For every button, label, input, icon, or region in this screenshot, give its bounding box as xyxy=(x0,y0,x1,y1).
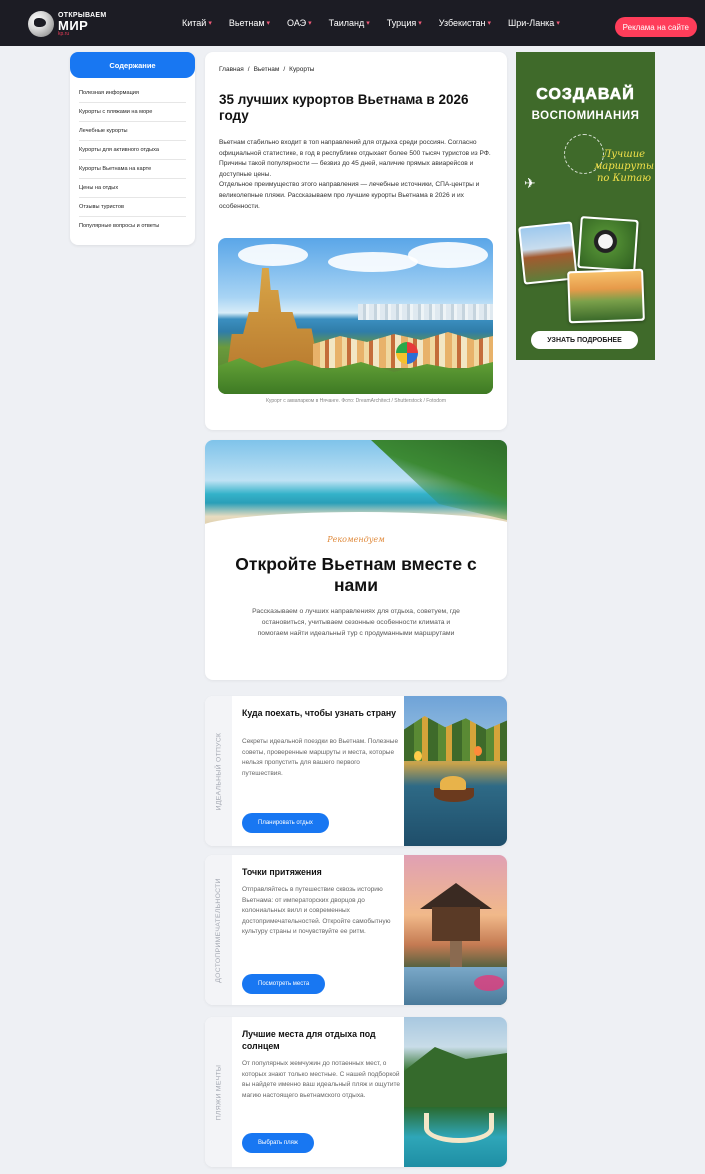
main-nav: Китай ▾ Вьетнам ▾ ОАЭ ▾ Таиланд ▾ Турция ▾ Уз… xyxy=(182,0,577,46)
intro-paragraph: Отдельное преимущество этого направления… xyxy=(219,181,480,210)
article-intro: Вьетнам стабильно входит в топ направлен… xyxy=(219,138,499,212)
banner-title: СОЗДАВАЙ xyxy=(536,86,635,104)
banner-subtitle: ВОСПОМИНАНИЯ xyxy=(531,110,640,122)
banner-learn-more-button[interactable]: УЗНАТЬ ПОДРОБНЕЕ xyxy=(531,331,638,349)
card-title: Лучшие места для отдыха под солнцем xyxy=(242,1029,376,1051)
toc-title: Содержание xyxy=(70,52,195,78)
hero-image xyxy=(218,238,493,394)
toc-item[interactable]: Полезная информация xyxy=(79,84,186,103)
card-text: Отправляйтесь в путешествие сквозь истор… xyxy=(242,886,391,936)
toc-item[interactable]: Курорты с пляжами на море xyxy=(79,103,186,122)
card-text: От популярных жемчужин до потаенных мест… xyxy=(242,1060,400,1099)
view-places-button[interactable]: Посмотреть места xyxy=(242,974,326,994)
card-image-beach xyxy=(404,1017,507,1167)
choose-beach-button[interactable]: Выбрать пляж xyxy=(242,1133,314,1153)
airplane-icon: ✈ xyxy=(524,175,536,191)
card-image-boats xyxy=(404,696,507,846)
toc-item[interactable]: Отзывы туристов xyxy=(79,198,186,217)
site-logo[interactable]: ОТКРЫВАЕМ МИР kp.ru xyxy=(28,10,112,38)
chevron-down-icon: ▾ xyxy=(556,20,560,27)
chevron-down-icon: ▾ xyxy=(487,20,492,27)
site-header: ОТКРЫВАЕМ МИР kp.ru Китай ▾ Вьетнам ▾ ОАЭ ▾… xyxy=(0,0,705,46)
card-side-label: ИДЕАЛЬНЫЙ ОТПУСК xyxy=(215,732,223,810)
chevron-down-icon: ▾ xyxy=(266,20,271,27)
nav-item-uzbekistan[interactable]: Узбекистан ▾ xyxy=(439,18,491,28)
card-text: Секреты идеальной поездки во Вьетнам. По… xyxy=(242,738,399,777)
card-image-pagoda xyxy=(404,855,507,1005)
promo-card: Рекомендуем Откройте Вьетнам вместе с на… xyxy=(205,440,507,680)
chevron-down-icon: ▾ xyxy=(308,20,312,27)
table-of-contents: Содержание Полезная информация Курорты с… xyxy=(70,52,195,245)
nav-item-uae[interactable]: ОАЭ ▾ xyxy=(287,18,312,28)
breadcrumb-separator: / xyxy=(283,66,286,73)
chevron-down-icon: ▾ xyxy=(418,20,422,27)
article-card: Главная / Вьетнам / Курорты 35 лучших ку… xyxy=(205,52,507,430)
toc-list: Полезная информация Курорты с пляжами на… xyxy=(70,78,195,236)
nav-item-thailand[interactable]: Таиланд ▾ xyxy=(329,18,370,28)
nav-item-china[interactable]: Китай ▾ xyxy=(182,18,212,28)
chevron-down-icon: ▾ xyxy=(208,20,212,27)
banner-script-text: Лучшие маршруты по Китаю xyxy=(594,149,654,184)
breadcrumb-vietnam[interactable]: Вьетнам xyxy=(254,66,280,73)
toc-item[interactable]: Курорты Вьетнама на карте xyxy=(79,160,186,179)
ad-banner[interactable]: СОЗДАВАЙ ВОСПОМИНАНИЯ Лучшие маршруты по… xyxy=(516,52,655,360)
banner-photo xyxy=(567,268,645,324)
advertise-button[interactable]: Реклама на сайте xyxy=(614,17,697,37)
feature-card-beaches: ПЛЯЖИ МЕЧТЫ Лучшие места для отдыха под … xyxy=(205,1017,507,1167)
feature-card-vacation: ИДЕАЛЬНЫЙ ОТПУСК Куда поехать, чтобы узн… xyxy=(205,696,507,846)
breadcrumb-separator: / xyxy=(247,66,250,73)
nav-item-srilanka[interactable]: Шри-Ланка ▾ xyxy=(508,18,560,28)
card-side-label: ДОСТОПРИМЕЧАТЕЛЬНОСТИ xyxy=(215,877,222,983)
toc-item[interactable]: Курорты для активного отдыха xyxy=(79,141,186,160)
plan-vacation-button[interactable]: Планировать отдых xyxy=(242,813,329,833)
promo-label: Рекомендуем xyxy=(327,535,385,544)
toc-item[interactable]: Популярные вопросы и ответы xyxy=(79,217,186,236)
card-title: Точки притяжения xyxy=(242,867,322,877)
page-title: 35 лучших курортов Вьетнама в 2026 году xyxy=(219,92,469,123)
logo-line2: МИР xyxy=(58,17,89,33)
feature-card-sights: ДОСТОПРИМЕЧАТЕЛЬНОСТИ Точки притяжения О… xyxy=(205,855,507,1005)
image-caption: Курорт с аквапарком в Нячанге. Фото: Dre… xyxy=(266,398,446,404)
logo-line3: kp.ru xyxy=(58,30,70,37)
promo-beach-image xyxy=(205,440,507,530)
promo-title: Откройте Вьетнам вместе с нами xyxy=(235,554,477,595)
toc-item[interactable]: Лечебные курорты xyxy=(79,122,186,141)
globe-icon xyxy=(28,11,54,37)
banner-photo xyxy=(577,216,639,272)
breadcrumb-home[interactable]: Главная xyxy=(219,66,244,73)
breadcrumb-resorts: Курорты xyxy=(289,66,315,73)
promo-text: Рассказываем о лучших направлениях для о… xyxy=(252,608,460,637)
intro-paragraph: Вьетнам стабильно входит в топ направлен… xyxy=(219,139,491,178)
card-title: Куда поехать, чтобы узнать страну xyxy=(242,708,397,718)
nav-item-vietnam[interactable]: Вьетнам ▾ xyxy=(229,18,270,28)
card-side-label: ПЛЯЖИ МЕЧТЫ xyxy=(215,1064,222,1120)
chevron-down-icon: ▾ xyxy=(366,20,370,27)
toc-item[interactable]: Цены на отдых xyxy=(79,179,186,198)
breadcrumb: Главная / Вьетнам / Курорты xyxy=(219,66,314,73)
nav-item-turkey[interactable]: Турция ▾ xyxy=(387,18,422,28)
